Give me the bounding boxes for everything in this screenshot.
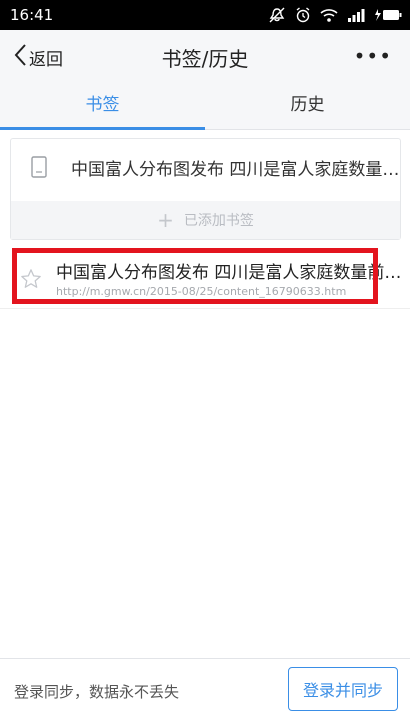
history-title: 中国富人分布图发布 四川是富人家庭数量前十名的省份	[56, 263, 406, 283]
wifi-icon	[320, 8, 338, 22]
tab-bar: 书签 历史	[0, 82, 410, 130]
more-menu-button[interactable]: •••	[354, 44, 392, 68]
alarm-icon	[295, 7, 311, 23]
status-icons	[268, 7, 402, 23]
footer-bar: 登录同步，数据永不丢失 登录并同步	[0, 658, 410, 721]
battery-charging-icon	[374, 8, 402, 22]
history-item[interactable]: 中国富人分布图发布 四川是富人家庭数量前十名的省份 http://m.gmw.c…	[0, 250, 410, 306]
history-url: http://m.gmw.cn/2015-08/25/content_16790…	[56, 285, 347, 298]
bookmark-history-screen: 16:41 返回 书签/历史 ••• 书签 历史 中国富人分布图发布 四川是富人…	[0, 0, 410, 721]
bookmark-added-indicator: + 已添加书签	[11, 201, 400, 239]
tab-bookmarks[interactable]: 书签	[0, 82, 205, 130]
divider	[0, 308, 410, 309]
star-icon[interactable]	[20, 268, 42, 294]
status-bar: 16:41	[0, 0, 410, 30]
tab-history[interactable]: 历史	[205, 82, 410, 129]
chevron-left-icon	[14, 44, 26, 71]
signal-icon	[347, 8, 365, 22]
bookmark-item[interactable]: 中国富人分布图发布 四川是富人家庭数量前十名的省份	[11, 139, 400, 195]
status-time: 16:41	[10, 6, 54, 24]
document-icon	[31, 156, 47, 178]
back-label: 返回	[29, 50, 63, 70]
bookmark-title: 中国富人分布图发布 四川是富人家庭数量前十名的省份	[71, 159, 400, 180]
mute-icon	[268, 7, 286, 23]
back-button[interactable]: 返回	[14, 44, 63, 71]
login-sync-button[interactable]: 登录并同步	[288, 667, 398, 711]
title-bar: 返回 书签/历史 •••	[0, 30, 410, 82]
bookmark-added-label: 已添加书签	[183, 213, 254, 229]
sync-hint: 登录同步，数据永不丢失	[14, 683, 180, 701]
plus-icon: +	[157, 208, 174, 232]
bookmark-card: 中国富人分布图发布 四川是富人家庭数量前十名的省份 + 已添加书签	[10, 138, 401, 240]
